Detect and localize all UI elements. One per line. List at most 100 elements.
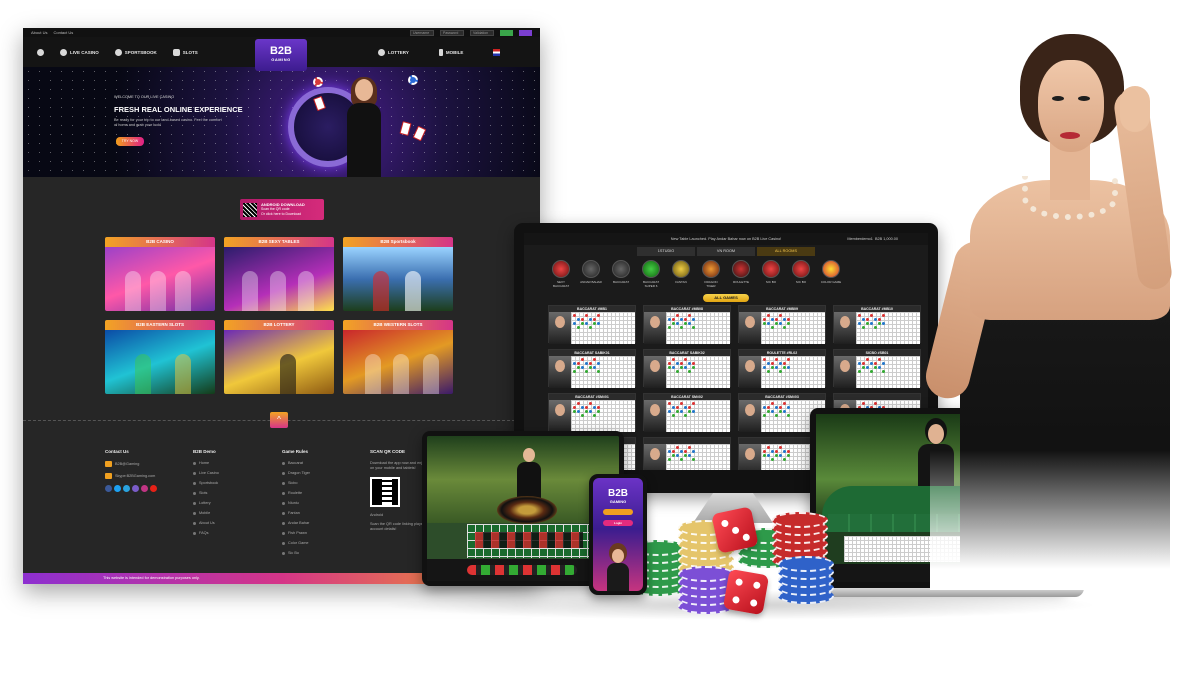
- viber-icon[interactable]: [132, 485, 139, 492]
- game-table-card[interactable]: BACCARAT SABIK02: [643, 349, 731, 388]
- twitter-icon[interactable]: [114, 485, 121, 492]
- game-icon-color-game[interactable]: COLOR GAME: [820, 260, 842, 288]
- game-table-card[interactable]: BACCARAT #MB10: [833, 305, 921, 344]
- tile-lottery[interactable]: B2B LOTTERY: [224, 320, 334, 394]
- game-icon-fantan[interactable]: FANTAN: [670, 260, 692, 288]
- road-map: [856, 312, 920, 344]
- tile-eastern-slots[interactable]: B2B EASTERN SLOTS: [105, 320, 215, 394]
- footer-link[interactable]: Fantan: [282, 511, 310, 515]
- product-tiles: B2B CASINO B2B SEXY TABLES B2B Sportsboo…: [105, 237, 453, 394]
- try-now-button[interactable]: TRY NOW: [116, 137, 144, 146]
- footer-link[interactable]: Lottery: [193, 501, 219, 505]
- contact-skype[interactable]: Skype:B2BGaming.com: [115, 474, 155, 478]
- language-selector[interactable]: [493, 48, 501, 56]
- game-label: COLOR GAME: [820, 280, 842, 284]
- game-icon-roulette[interactable]: ROULETTE: [730, 260, 752, 288]
- casino-chip-icon: [408, 75, 418, 85]
- footer-link[interactable]: Mobile: [193, 511, 219, 515]
- road-map: [856, 356, 920, 388]
- game-icon-baccarat[interactable]: BACCARAT: [610, 260, 632, 288]
- footer-link[interactable]: Slots: [193, 491, 219, 495]
- footer-link[interactable]: Baccarat: [282, 461, 310, 465]
- game-icon-andar-bahar[interactable]: ANDAR BAHAR: [580, 260, 602, 288]
- nav-mobile[interactable]: MOBILE: [438, 48, 464, 56]
- contact-link[interactable]: Contact Us: [53, 30, 73, 35]
- tile-casino[interactable]: B2B CASINO: [105, 237, 215, 311]
- username-field[interactable]: Username: [410, 29, 434, 36]
- game-icon-sicbo[interactable]: SIC BO: [760, 260, 782, 288]
- game-table-card[interactable]: [643, 437, 731, 470]
- game-icon-sexy-baccarat[interactable]: SEXY BACCARAT: [550, 260, 572, 288]
- password-field[interactable]: Password: [440, 29, 464, 36]
- nav-lottery[interactable]: LOTTERY: [378, 48, 409, 56]
- footer-link[interactable]: Dragon Tiger: [282, 471, 310, 475]
- casino-chip-icon: [313, 77, 323, 87]
- tile-western-slots[interactable]: B2B WESTERN SLOTS: [343, 320, 453, 394]
- nav-home[interactable]: [37, 48, 44, 56]
- footer-link[interactable]: Fish Prawn: [282, 531, 310, 535]
- scroll-top-button[interactable]: ^: [270, 412, 288, 428]
- footer-link[interactable]: Home: [193, 461, 219, 465]
- phone-logo: B2B: [607, 488, 628, 499]
- android-line1: Scan the QR code: [261, 207, 290, 212]
- phone-button[interactable]: [603, 509, 633, 515]
- nav-sportsbook[interactable]: SPORTSBOOK: [114, 48, 157, 56]
- dealer-thumbnail: [549, 400, 571, 432]
- footer-link[interactable]: About Us: [193, 521, 219, 525]
- lobby-marquee: New Table Launched. Play Andar Bahar now…: [670, 237, 782, 241]
- validation-field[interactable]: Validation: [470, 29, 494, 36]
- game-label: SEXY BACCARAT: [552, 280, 570, 288]
- nav-slots[interactable]: SLOTS: [172, 48, 198, 56]
- footer-link[interactable]: Sportsbook: [193, 481, 219, 485]
- youtube-icon[interactable]: [150, 485, 157, 492]
- footer-link[interactable]: Sicbo: [282, 481, 310, 485]
- nav-lottery-label: LOTTERY: [388, 49, 409, 55]
- login-button[interactable]: [500, 29, 513, 36]
- game-table-card[interactable]: BACCARAT SABIK01: [548, 349, 636, 388]
- nav-mobile-label: MOBILE: [445, 49, 464, 55]
- phone-login-button[interactable]: Login: [603, 520, 633, 526]
- facebook-icon[interactable]: [105, 485, 112, 492]
- android-download-button[interactable]: ANDROID DOWNLOAD Scan the QR code Or click…: [240, 199, 324, 220]
- game-table-card[interactable]: BACCARAT #MB1: [548, 305, 636, 344]
- game-table-card[interactable]: ROULETTE #RL02: [738, 349, 826, 388]
- tab-vn-room[interactable]: VN ROOM: [697, 247, 755, 256]
- game-table-card[interactable]: BACCARAT #SM#01: [548, 393, 636, 432]
- footer-link[interactable]: FAQs: [193, 531, 219, 535]
- footer-link[interactable]: Niuniu: [282, 501, 310, 505]
- contact-email[interactable]: B2B@Gaming: [115, 462, 139, 466]
- game-icon-sicbo-2[interactable]: SIC BO: [790, 260, 812, 288]
- game-table-card[interactable]: BACCARAT #MB08: [643, 305, 731, 344]
- footer-b2b-links: B2B Demo Home Live Casino Sportsbook Slo…: [193, 449, 219, 541]
- game-table-card[interactable]: SICBO #SB01: [833, 349, 921, 388]
- necklace: [1022, 176, 1118, 220]
- instagram-icon[interactable]: [141, 485, 148, 492]
- footer-link[interactable]: Andar Bahar: [282, 521, 310, 525]
- footer-link[interactable]: Live Casino: [193, 471, 219, 475]
- footer-link[interactable]: Color Game: [282, 541, 310, 545]
- qr-code-icon[interactable]: [370, 477, 400, 507]
- game-table-card[interactable]: BACCARAT #MB09: [738, 305, 826, 344]
- game-icon-dragon-tiger[interactable]: DRAGON TIGER: [700, 260, 722, 288]
- tile-sportsbook[interactable]: B2B Sportsbook: [343, 237, 453, 311]
- all-games-button[interactable]: ALL GAMES: [703, 294, 749, 302]
- tab-1studio[interactable]: 1STUDIO: [637, 247, 695, 256]
- road-map: [571, 356, 635, 388]
- nav-live-casino[interactable]: LIVE CASINO: [60, 48, 99, 56]
- skype-icon: [105, 473, 112, 479]
- smartphone: B2B GAMING Login: [589, 474, 647, 595]
- register-button[interactable]: [519, 29, 532, 36]
- telegram-icon[interactable]: [123, 485, 130, 492]
- game-table-card[interactable]: BACCARAT SM#02: [643, 393, 731, 432]
- tab-all-rooms[interactable]: ALL ROOMS: [757, 247, 815, 256]
- roulette-betting-grid[interactable]: [467, 524, 591, 558]
- tile-sexy-tables[interactable]: B2B SEXY TABLES: [224, 237, 334, 311]
- footer-link[interactable]: Roulette: [282, 491, 310, 495]
- game-icon-baccarat-super6[interactable]: BACCARAT SUPER 6: [640, 260, 662, 288]
- footer-rules-title: Game Rules: [282, 449, 309, 454]
- site-logo[interactable]: B2B GAMING: [255, 39, 307, 71]
- hero-model-image: [341, 77, 389, 177]
- footer-link[interactable]: Sic Bo: [282, 551, 310, 555]
- game-label: FANTAN: [675, 280, 687, 284]
- about-link[interactable]: About Us: [31, 30, 47, 35]
